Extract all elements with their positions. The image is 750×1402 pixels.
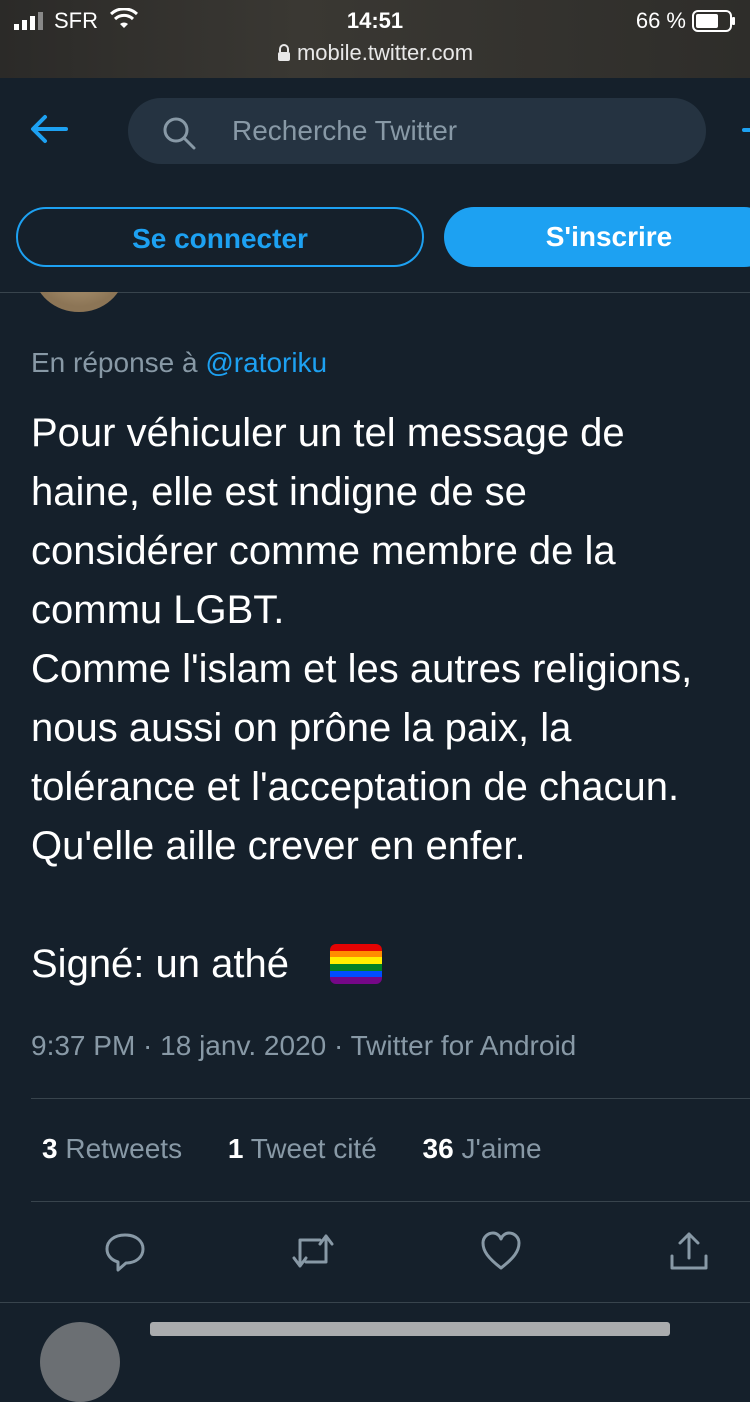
- url-text: mobile.twitter.com: [296, 40, 474, 65]
- lock-icon: [277, 44, 290, 61]
- quotes-stat[interactable]: 1 Tweet cité: [228, 1133, 377, 1164]
- tweet-metadata: 9:37 PM · 18 janv. 2020 · Twitter for An…: [31, 1030, 577, 1061]
- compose-icon[interactable]: [742, 128, 750, 132]
- tweet-actions: [0, 1230, 750, 1276]
- share-icon[interactable]: [668, 1230, 710, 1272]
- rainbow-flag-icon: [330, 944, 382, 984]
- retweet-icon[interactable]: [290, 1230, 336, 1272]
- search-placeholder: Recherche Twitter: [232, 115, 458, 146]
- reply-context: En réponse à @ratoriku: [31, 347, 327, 379]
- next-tweet-avatar[interactable]: [40, 1322, 120, 1402]
- battery-percent: 66 %: [635, 8, 686, 33]
- address-bar[interactable]: mobile.twitter.com: [0, 40, 750, 66]
- status-bar: SFR 14:51 66 % mobile.twitter.com: [0, 0, 750, 78]
- auth-bar: Se connecter S'inscrire: [0, 190, 750, 292]
- battery-icon: [692, 10, 735, 32]
- retweets-stat[interactable]: 3 Retweets: [42, 1133, 182, 1164]
- search-icon: [163, 117, 196, 150]
- reply-icon[interactable]: [104, 1230, 146, 1272]
- top-nav: Recherche Twitter: [0, 78, 750, 190]
- login-button[interactable]: Se connecter: [16, 207, 424, 267]
- signup-button[interactable]: S'inscrire: [444, 207, 750, 267]
- like-icon[interactable]: [480, 1230, 522, 1272]
- divider: [0, 1302, 750, 1303]
- reply-prefix: En réponse à: [31, 347, 206, 378]
- search-input[interactable]: Recherche Twitter: [128, 98, 706, 164]
- reply-handle-link[interactable]: @ratoriku: [205, 347, 327, 378]
- back-arrow-icon[interactable]: [30, 114, 68, 144]
- divider: [31, 1098, 750, 1099]
- divider: [31, 1201, 750, 1202]
- tweet-text: Pour véhiculer un tel message de haine, …: [31, 411, 693, 986]
- likes-stat[interactable]: 36 J'aime: [423, 1133, 542, 1164]
- tweet-stats: 3 Retweets 1 Tweet cité 36 J'aime: [42, 1133, 542, 1165]
